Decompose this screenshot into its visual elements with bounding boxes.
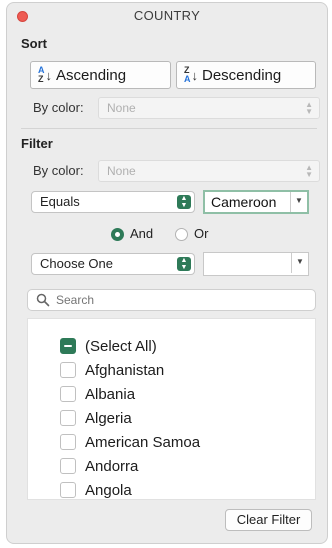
list-item[interactable]: Andorra: [60, 456, 138, 476]
filter-heading: Filter: [21, 136, 53, 151]
list-item[interactable]: American Samoa: [60, 432, 200, 452]
or-radio-label: Or: [194, 226, 209, 241]
sort-ascending-button[interactable]: A Z ↓ Ascending: [30, 61, 171, 89]
sort-descending-icon: Z A: [184, 65, 191, 84]
chevron-down-icon[interactable]: ▼: [290, 192, 307, 212]
list-item[interactable]: Afghanistan: [60, 360, 164, 380]
arrow-down-icon: ↓: [191, 67, 199, 83]
updown-chevron-icon: ▲ ▼: [177, 195, 191, 209]
checkbox[interactable]: [60, 362, 76, 378]
search-icon: [36, 293, 50, 307]
search-input[interactable]: [56, 292, 306, 308]
condition2-value-combobox[interactable]: ▼: [203, 252, 309, 276]
list-item[interactable]: Albania: [60, 384, 135, 404]
sort-ascending-icon: A Z: [38, 65, 45, 84]
list-item-select-all[interactable]: (Select All): [60, 336, 157, 356]
checkbox-mixed[interactable]: [60, 338, 76, 354]
sort-descending-label: Descending: [202, 66, 282, 84]
condition2-operator-select[interactable]: Choose One ▲ ▼: [31, 253, 195, 275]
or-radio[interactable]: [175, 228, 188, 241]
values-list[interactable]: (Select All) Afghanistan Albania Algeria…: [27, 318, 316, 500]
and-radio-label: And: [130, 226, 154, 241]
checkbox[interactable]: [60, 458, 76, 474]
condition1-value-combobox[interactable]: Cameroon ▼: [203, 190, 309, 214]
filter-by-color-label: By color:: [33, 163, 84, 178]
filter-panel: COUNTRY Sort A Z ↓ Ascending Z A ↓ Desce…: [6, 2, 328, 544]
section-divider: [21, 128, 317, 129]
filter-by-color-select: None ▲ ▼: [98, 160, 320, 182]
sort-by-color-select: None ▲ ▼: [98, 97, 320, 119]
checkbox[interactable]: [60, 434, 76, 450]
clear-filter-button[interactable]: Clear Filter: [225, 509, 312, 531]
updown-chevron-icon: ▲ ▼: [177, 257, 191, 271]
search-field[interactable]: [27, 289, 316, 311]
updown-chevron-icon: ▲ ▼: [305, 163, 313, 179]
sort-by-color-label: By color:: [33, 100, 84, 115]
checkbox[interactable]: [60, 482, 76, 498]
chevron-down-icon[interactable]: ▼: [291, 253, 308, 273]
updown-chevron-icon: ▲ ▼: [305, 100, 313, 116]
sort-descending-button[interactable]: Z A ↓ Descending: [176, 61, 316, 89]
checkbox[interactable]: [60, 410, 76, 426]
sort-ascending-label: Ascending: [56, 66, 127, 84]
condition1-operator-select[interactable]: Equals ▲ ▼: [31, 191, 195, 213]
and-radio[interactable]: [111, 228, 124, 241]
title-bar: COUNTRY: [7, 3, 327, 29]
arrow-down-icon: ↓: [45, 67, 53, 83]
window-title: COUNTRY: [133, 8, 201, 23]
checkbox[interactable]: [60, 386, 76, 402]
list-item[interactable]: Algeria: [60, 408, 132, 428]
sort-heading: Sort: [21, 36, 47, 51]
list-item[interactable]: Angola: [60, 480, 132, 499]
